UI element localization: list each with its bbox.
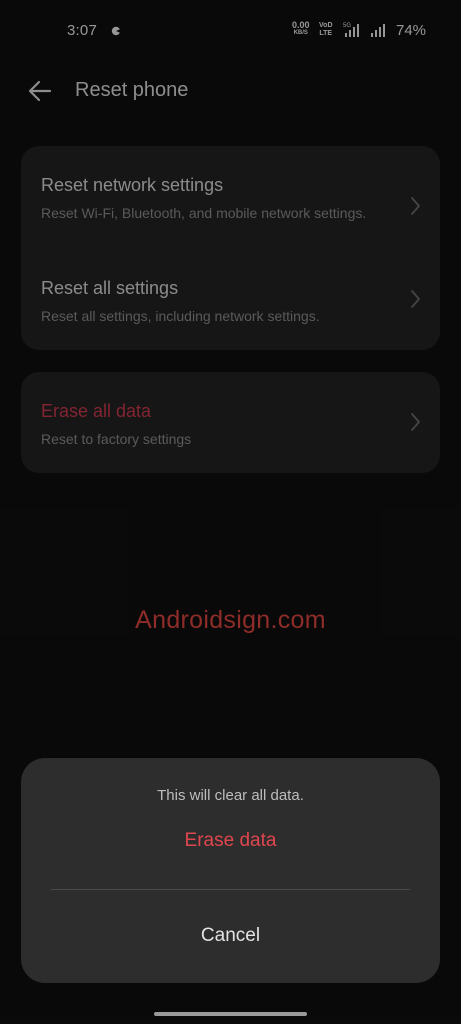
dialog-message: This will clear all data.: [157, 787, 304, 804]
chevron-right-icon: [411, 413, 420, 431]
item-title: Reset all settings: [41, 278, 179, 298]
item-subtitle: Reset all settings, including network se…: [41, 308, 320, 324]
battery-level: 74%: [396, 22, 427, 39]
chevron-right-icon: [411, 290, 420, 308]
net-speed-indicator: 0.00 KB/S: [292, 21, 310, 37]
volte-mark: D: [327, 22, 333, 29]
erase-confirm-dialog: This will clear all data. Erase data Can…: [21, 758, 440, 983]
arrow-left-icon[interactable]: [26, 78, 54, 104]
notification-dot-icon: [111, 26, 121, 36]
page-title: Reset phone: [75, 79, 189, 101]
item-subtitle: Reset Wi-Fi, Bluetooth, and mobile netwo…: [41, 205, 367, 221]
erase-data-button[interactable]: Erase data: [21, 830, 440, 852]
cancel-button[interactable]: Cancel: [21, 925, 440, 947]
volte-bottom: LTE: [319, 30, 333, 37]
reset-settings-card: Reset network settings Reset Wi-Fi, Blue…: [21, 146, 440, 350]
signal-5g-icon: 5G: [343, 23, 359, 37]
reset-network-settings-item[interactable]: Reset network settings Reset Wi-Fi, Blue…: [21, 146, 440, 249]
erase-all-data-item[interactable]: Erase all data Reset to factory settings: [21, 372, 440, 473]
network-type-label: 5G: [343, 23, 351, 29]
net-speed-unit: KB/S: [293, 30, 308, 36]
volte-indicator: VoD LTE: [319, 22, 333, 38]
screen: 3:07 0.00 KB/S VoD LTE 5G 74% Reset phon…: [0, 0, 461, 1024]
item-title: Erase all data: [41, 401, 152, 421]
gesture-navigation-bar[interactable]: [154, 1012, 307, 1016]
item-title: Reset network settings: [41, 175, 224, 195]
status-time: 3:07: [67, 22, 97, 39]
header: Reset phone: [0, 70, 461, 114]
chevron-right-icon: [411, 197, 420, 215]
erase-data-card: Erase all data Reset to factory settings: [21, 372, 440, 473]
status-bar: 3:07 0.00 KB/S VoD LTE 5G 74%: [0, 0, 461, 62]
dialog-divider: [51, 889, 410, 890]
signal-bars-icon: [371, 24, 385, 37]
item-subtitle: Reset to factory settings: [41, 431, 192, 447]
reset-all-settings-item[interactable]: Reset all settings Reset all settings, i…: [21, 249, 440, 350]
watermark: Androidsign.com: [135, 606, 326, 634]
net-speed-value: 0.00: [292, 20, 310, 30]
